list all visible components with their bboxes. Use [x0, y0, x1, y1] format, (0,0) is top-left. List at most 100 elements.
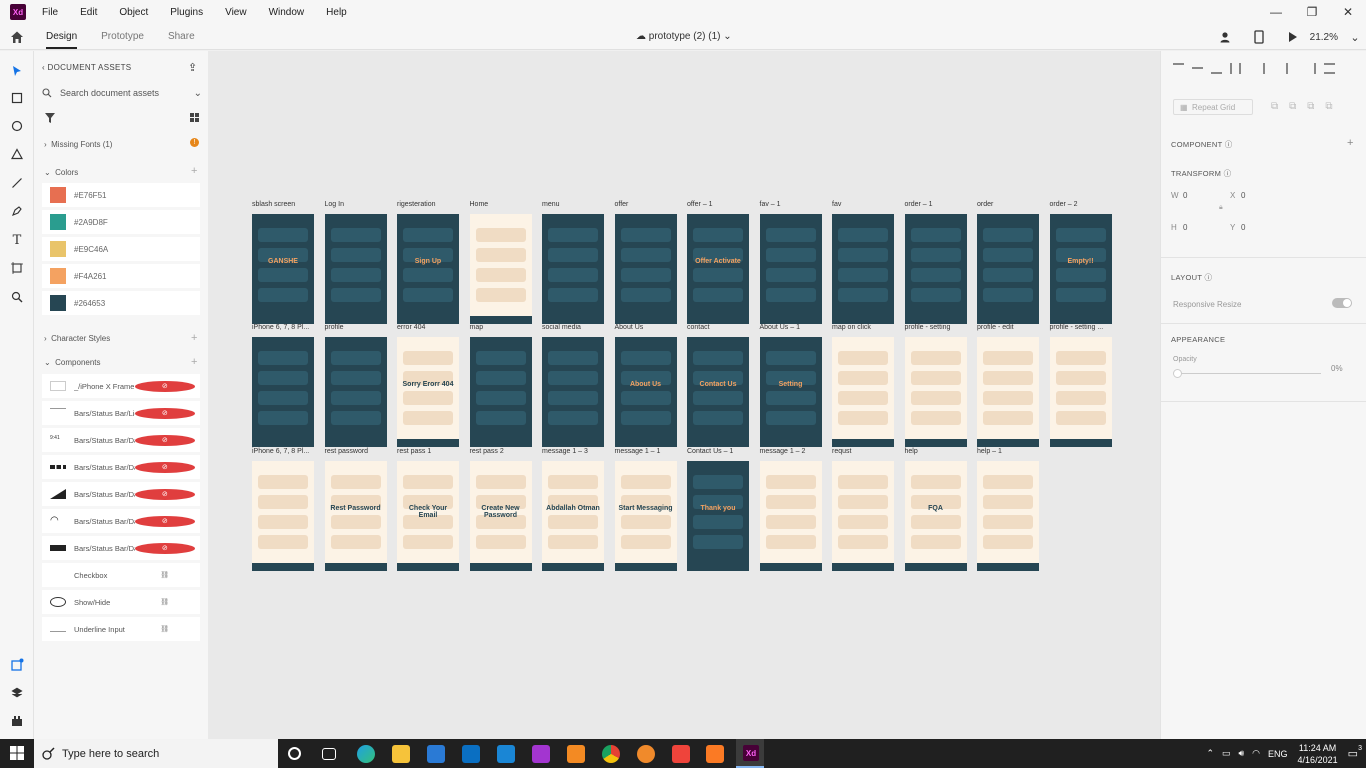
- mail-icon[interactable]: [462, 745, 480, 763]
- artboard[interactable]: Create New Password: [469, 461, 532, 571]
- menu-edit[interactable]: Edit: [80, 7, 97, 18]
- artboard[interactable]: Start Messaging: [614, 461, 677, 571]
- anydesk-icon[interactable]: [672, 745, 690, 763]
- artboard[interactable]: [542, 337, 604, 447]
- artboard[interactable]: [252, 337, 314, 447]
- chevron-left-icon[interactable]: ‹: [42, 63, 45, 72]
- artboard[interactable]: [977, 214, 1039, 324]
- store-icon[interactable]: [427, 745, 445, 763]
- rectangle-tool-icon[interactable]: [9, 90, 25, 106]
- artboard-label[interactable]: map: [470, 324, 484, 331]
- layers-icon[interactable]: [9, 685, 25, 701]
- artboard[interactable]: Setting: [759, 337, 822, 447]
- menu-plugins[interactable]: Plugins: [170, 7, 203, 18]
- line-tool-icon[interactable]: [9, 175, 25, 191]
- phpstorm-icon[interactable]: [532, 745, 550, 763]
- artboard-label[interactable]: order – 2: [1050, 201, 1078, 208]
- artboard[interactable]: [324, 337, 387, 447]
- artboard-label[interactable]: offer: [615, 201, 629, 208]
- artboard[interactable]: [759, 214, 822, 324]
- intersect-icon[interactable]: ⧉: [1307, 101, 1314, 112]
- zoom-level[interactable]: 21.2%: [1310, 32, 1338, 43]
- broken-link-icon[interactable]: ⊘: [134, 515, 195, 527]
- artboard-label[interactable]: menu: [542, 201, 560, 208]
- artboard-label[interactable]: iPhone 6, 7, 8 Pl...: [252, 448, 309, 455]
- info-icon[interactable]: ⓘ: [1205, 273, 1213, 282]
- vscode-icon[interactable]: [497, 745, 515, 763]
- artboard-label[interactable]: offer – 1: [687, 201, 713, 208]
- search-box[interactable]: Search document assets ⌄: [42, 85, 202, 101]
- artboard[interactable]: [759, 461, 822, 571]
- missing-fonts[interactable]: › Missing Fonts (1): [44, 140, 112, 149]
- artboard[interactable]: [832, 214, 894, 324]
- responsive-resize-toggle[interactable]: [1332, 298, 1352, 308]
- artboard-label[interactable]: rest pass 1: [397, 448, 431, 455]
- artboard[interactable]: Check Your Email: [397, 461, 459, 571]
- artboard[interactable]: Sign Up: [397, 214, 459, 324]
- menu-help[interactable]: Help: [326, 7, 347, 18]
- artboard[interactable]: FQA: [904, 461, 967, 571]
- artboard-label[interactable]: help: [905, 448, 918, 455]
- component-item[interactable]: ◠ Bars/Status Bar/Dark/_/Wifi Full ⊘: [42, 509, 200, 533]
- artboard-label[interactable]: Log In: [325, 201, 344, 208]
- chrome-icon[interactable]: [602, 745, 620, 763]
- tab-prototype[interactable]: Prototype: [101, 31, 144, 42]
- artboard-label[interactable]: profile: [325, 324, 344, 331]
- artboard-label[interactable]: error 404: [397, 324, 425, 331]
- component-item[interactable]: Bars/Status Bar/Dark/_/Cellular Co... ⊘: [42, 482, 200, 506]
- align-left-icon[interactable]: [1263, 63, 1274, 74]
- artboard-label[interactable]: rest password: [325, 448, 369, 455]
- info-icon[interactable]: ⓘ: [1224, 169, 1232, 178]
- components-section[interactable]: ⌄ Components: [44, 358, 101, 367]
- chevron-up-icon[interactable]: ⌃: [1206, 748, 1214, 759]
- artboard[interactable]: [542, 214, 604, 324]
- artboard[interactable]: [469, 214, 532, 324]
- artboard[interactable]: GANSHE: [252, 214, 314, 324]
- artboard[interactable]: [832, 461, 894, 571]
- broken-link-icon[interactable]: ⊘: [134, 461, 195, 473]
- artboard-label[interactable]: message 1 – 3: [542, 448, 588, 455]
- component-item[interactable]: Bars/Status Bar/Dark/_/Connections ⊘: [42, 455, 200, 479]
- clock[interactable]: 11:24 AM 4/16/2021: [1298, 742, 1338, 766]
- artboard-label[interactable]: profile - setting ...: [1050, 324, 1104, 331]
- broken-link-icon[interactable]: ⊘: [134, 434, 195, 446]
- opacity-slider[interactable]: [1175, 373, 1321, 374]
- component-item[interactable]: Bars/Status Bar/Light Status Bar ⊘: [42, 401, 200, 425]
- height-field[interactable]: 0: [1183, 223, 1187, 232]
- component-item[interactable]: Show/Hide ⛓: [42, 590, 200, 614]
- artboard-label[interactable]: rigesteration: [397, 201, 436, 208]
- user-icon[interactable]: [1208, 28, 1242, 46]
- distribute-vertical-icon[interactable]: [1230, 63, 1241, 74]
- distribute-horizontal-icon[interactable]: [1324, 63, 1335, 74]
- taskbar-search-input[interactable]: Type here to search: [62, 748, 159, 760]
- zoom-tool-icon[interactable]: [9, 289, 25, 305]
- artboard-label[interactable]: profile - edit: [977, 324, 1014, 331]
- artboard[interactable]: Contact Us: [687, 337, 749, 447]
- filter-icon[interactable]: [45, 113, 55, 123]
- add-component-icon[interactable]: +: [191, 356, 197, 368]
- link-icon[interactable]: ⛓: [135, 624, 196, 635]
- component-item[interactable]: 9:41 Bars/Status Bar/Dark/_/Time ⊘: [42, 428, 200, 452]
- artboard[interactable]: [904, 337, 967, 447]
- color-swatch[interactable]: #E9C46A: [42, 237, 200, 261]
- artboard[interactable]: [977, 461, 1039, 571]
- artboard-label[interactable]: order – 1: [905, 201, 933, 208]
- add-icon[interactable]: ⧉: [1271, 101, 1278, 112]
- exclude-icon[interactable]: ⧉: [1325, 101, 1332, 112]
- chevron-down-icon[interactable]: ⌄: [1344, 28, 1366, 46]
- broken-link-icon[interactable]: ⊘: [134, 407, 195, 419]
- component-item[interactable]: _/iPhone X Frame ⊘: [42, 374, 200, 398]
- file-explorer-icon[interactable]: [392, 745, 410, 763]
- text-tool-icon[interactable]: T: [9, 232, 25, 248]
- artboard-label[interactable]: About Us: [615, 324, 644, 331]
- plugins-icon[interactable]: [9, 713, 25, 729]
- artboard[interactable]: [469, 337, 532, 447]
- artboard-label[interactable]: Contact Us – 1: [687, 448, 733, 455]
- grid-view-icon[interactable]: [190, 113, 199, 122]
- document-title[interactable]: ☁ prototype (2) (1) ⌄: [636, 31, 732, 42]
- artboard[interactable]: [1049, 337, 1112, 447]
- pen-tool-icon[interactable]: [9, 203, 25, 219]
- artboard[interactable]: About Us: [614, 337, 677, 447]
- artboard[interactable]: Sorry Erorr 404: [397, 337, 459, 447]
- menu-object[interactable]: Object: [119, 7, 148, 18]
